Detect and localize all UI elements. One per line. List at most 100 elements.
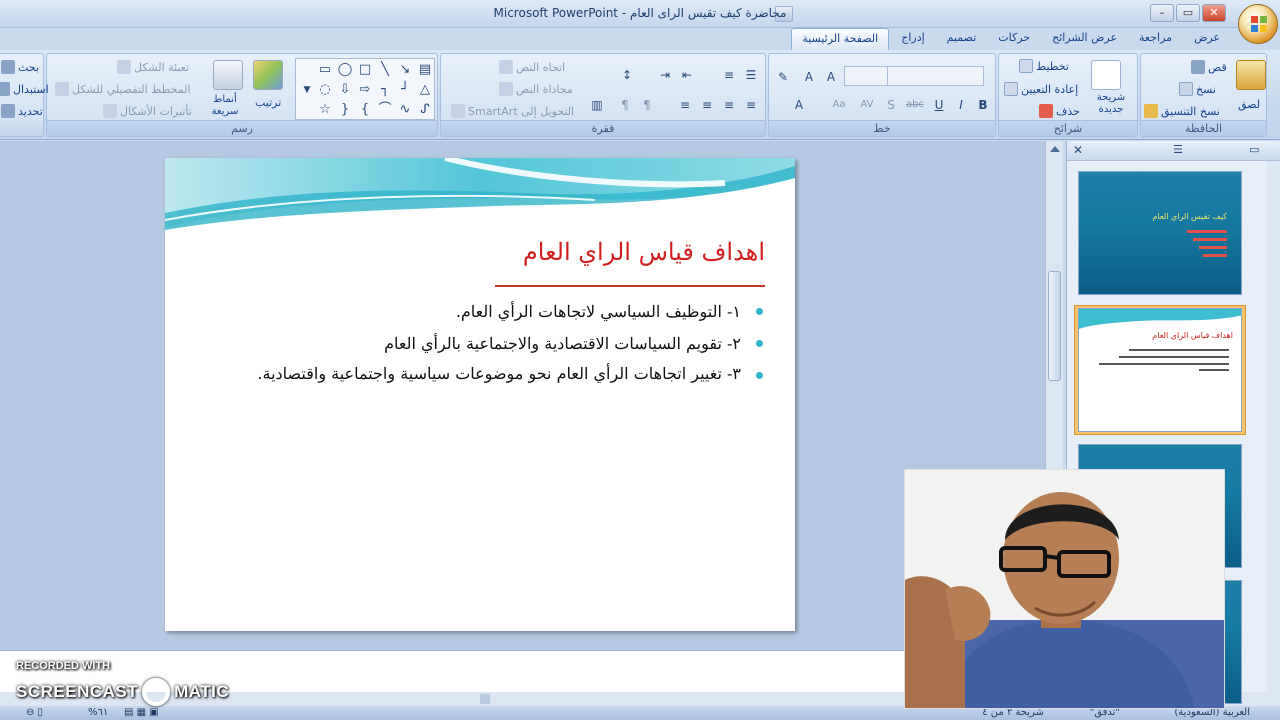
view-buttons-icon[interactable]: ▣ ▦ ▤: [124, 707, 159, 718]
scroll-up-icon[interactable]: [1050, 146, 1060, 152]
thumbnail-slide-1[interactable]: كيف تقيس الراي العام: [1078, 171, 1242, 295]
arrow-line-shape-icon[interactable]: ↘: [396, 61, 414, 79]
minimize-button[interactable]: –: [1150, 4, 1174, 22]
copy-button[interactable]: نسخ: [1179, 82, 1216, 96]
slide-canvas[interactable]: اهداف قياس الراي العام ١- التوظيف السياس…: [165, 158, 795, 631]
font-color-icon[interactable]: A: [789, 94, 809, 114]
rtl-direction-icon[interactable]: ¶: [637, 94, 657, 114]
oval-shape-icon[interactable]: ◯: [336, 61, 354, 79]
align-right-icon[interactable]: ≡: [741, 94, 761, 114]
shape-outline-button[interactable]: المخطط التفصيلي للشكل: [55, 82, 191, 96]
shrink-font-icon[interactable]: A: [799, 66, 819, 86]
maximize-button[interactable]: ▭: [1176, 4, 1200, 22]
shapes-gallery[interactable]: ▭ ◯ □ ╲ ↘ ▤ ◌ ⇩ ⇨ ┐ ┘ △ ☆ } { ⌒ ∿ ᔑ ▼: [295, 58, 435, 120]
close-button[interactable]: ✕: [1202, 4, 1226, 22]
bullet-list[interactable]: ١- التوظيف السياسي لاتجاهات الرأي العام.…: [255, 296, 765, 388]
select-button[interactable]: تحديد: [1, 104, 43, 118]
align-text-button[interactable]: محاذاة النص: [499, 82, 573, 96]
slide-wave-decoration: [165, 158, 795, 230]
freeform-shape-icon[interactable]: ᔑ: [416, 101, 434, 119]
curve-shape-icon[interactable]: ∿: [396, 101, 414, 119]
convert-smartart-button[interactable]: التحويل إلى SmartArt: [451, 104, 574, 118]
line-shape-icon[interactable]: ╲: [376, 61, 394, 79]
reset-button[interactable]: إعادة التعيين: [1004, 82, 1078, 96]
binoculars-icon: [1, 60, 15, 74]
underline-icon[interactable]: U: [929, 94, 949, 114]
strikethrough-icon[interactable]: abc: [905, 94, 925, 114]
align-left-icon[interactable]: ≡: [697, 94, 717, 114]
char-spacing-icon[interactable]: AV: [857, 94, 877, 114]
tab-view[interactable]: عرض: [1184, 28, 1230, 50]
close-pane-icon[interactable]: ✕: [1073, 143, 1083, 157]
bullet-item[interactable]: ١- التوظيف السياسي لاتجاهات الرأي العام.: [255, 296, 765, 328]
clear-formatting-icon[interactable]: ✎: [773, 66, 793, 86]
arc-shape-icon[interactable]: ⌒: [376, 101, 394, 119]
new-slide-button[interactable]: شريحة جديدة: [1087, 92, 1135, 116]
ltr-direction-icon[interactable]: ¶: [615, 94, 635, 114]
gallery-scroll-icon[interactable]: ▼: [298, 81, 316, 99]
left-brace-shape-icon[interactable]: {: [356, 101, 374, 119]
rounded-shape-icon[interactable]: ◌: [316, 81, 334, 99]
replace-icon: [0, 82, 10, 96]
bullet-item[interactable]: ٢- تقويم السياسات الاقتصادية والاجتماعية…: [255, 328, 765, 360]
increase-indent-icon[interactable]: ⇥: [655, 64, 675, 84]
format-painter-button[interactable]: نسخ التنسيق: [1144, 104, 1220, 118]
italic-icon[interactable]: I: [951, 94, 971, 114]
tab-review[interactable]: مراجعة: [1129, 28, 1182, 50]
textbox-shape-icon[interactable]: ▤: [416, 61, 434, 79]
tab-animations[interactable]: حركات: [988, 28, 1040, 50]
arrange-button[interactable]: ترتيب: [255, 96, 281, 109]
bullet-item[interactable]: ٣- تغيير اتجاهات الرأي العام نحو موضوعات…: [255, 360, 765, 388]
rectangle-shape-icon[interactable]: ▭: [316, 61, 334, 79]
triangle-shape-icon[interactable]: △: [416, 81, 434, 99]
bold-icon[interactable]: B: [973, 94, 993, 114]
square-shape-icon[interactable]: □: [356, 61, 374, 79]
grow-font-icon[interactable]: A: [821, 66, 841, 86]
zoom-level[interactable]: ٦١%: [88, 707, 108, 718]
slide-title[interactable]: اهداف قياس الراي العام: [523, 238, 765, 266]
right-arrow-shape-icon[interactable]: ⇨: [356, 81, 374, 99]
layout-button[interactable]: تخطيط: [1019, 59, 1069, 73]
tab-design[interactable]: تصميم: [937, 28, 987, 50]
quick-styles-button[interactable]: أنماط سريعة: [203, 94, 247, 118]
thumbnail-slide-2[interactable]: اهداف قياس الراي العام: [1078, 308, 1242, 432]
align-center-icon[interactable]: ≡: [719, 94, 739, 114]
clipboard-group: لصق قص نسخ نسخ التنسيق الحافظة: [1140, 53, 1267, 137]
font-size-combo[interactable]: [844, 66, 888, 86]
scrollbar-thumb[interactable]: [1048, 271, 1061, 381]
numbering-icon[interactable]: ≡: [719, 64, 739, 84]
thumbnail-scrollbar[interactable]: [1267, 161, 1280, 692]
shape-fill-button[interactable]: تعبئة الشكل: [117, 60, 189, 74]
bullets-icon[interactable]: ☰: [741, 64, 761, 84]
elbow-arrow-shape-icon[interactable]: ┘: [396, 81, 414, 99]
cut-button[interactable]: قص: [1191, 60, 1227, 74]
shape-effects-button[interactable]: تأثيرات الأشكال: [103, 104, 192, 118]
paste-button[interactable]: لصق: [1238, 98, 1260, 111]
quick-styles-icon: [213, 60, 243, 90]
delete-slide-button[interactable]: حذف: [1039, 104, 1080, 118]
thumbnail-pane-header: ✕ ☰ ▭: [1067, 141, 1280, 161]
thumb2-line: [1119, 356, 1229, 358]
outline-tab-icon[interactable]: ☰: [1173, 143, 1183, 156]
star-shape-icon[interactable]: ☆: [316, 101, 334, 119]
slides-tab-icon[interactable]: ▭: [1249, 143, 1259, 156]
tab-slideshow[interactable]: عرض الشرائح: [1042, 28, 1127, 50]
tab-insert[interactable]: إدراج: [891, 28, 934, 50]
zoom-slider-icon[interactable]: ▯ ⊖: [26, 707, 43, 718]
office-button[interactable]: [1238, 4, 1278, 44]
line-spacing-icon[interactable]: ↕: [617, 64, 637, 84]
tab-home[interactable]: الصفحة الرئيسية: [791, 28, 890, 50]
shadow-icon[interactable]: S: [881, 94, 901, 114]
find-button[interactable]: بحث: [1, 60, 39, 74]
down-arrow-shape-icon[interactable]: ⇩: [336, 81, 354, 99]
text-direction-button[interactable]: اتجاه النص: [499, 60, 565, 74]
cut-label: قص: [1208, 60, 1227, 74]
decrease-indent-icon[interactable]: ⇤: [677, 64, 697, 84]
elbow-connector-shape-icon[interactable]: ┐: [376, 81, 394, 99]
hscroll-thumb[interactable]: [480, 694, 490, 704]
replace-button[interactable]: استبدال: [0, 82, 49, 96]
columns-icon[interactable]: ▥: [587, 94, 607, 114]
change-case-icon[interactable]: Aa: [829, 94, 849, 114]
justify-icon[interactable]: ≡: [675, 94, 695, 114]
brace-shape-icon[interactable]: }: [336, 101, 354, 119]
